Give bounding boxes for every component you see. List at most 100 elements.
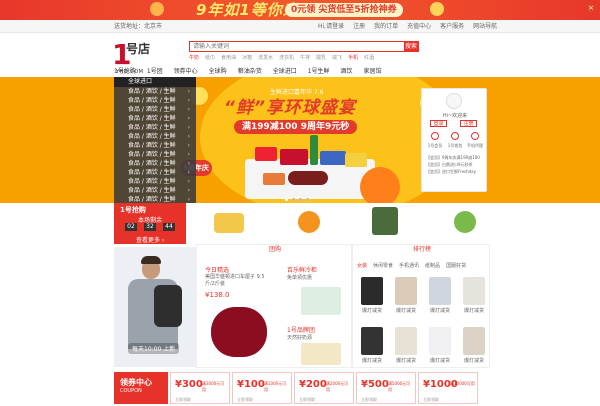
- category-item[interactable]: 食品 / 酒饮 / 生鲜: [114, 168, 196, 177]
- tab-paper[interactable]: 纸制品: [425, 262, 440, 269]
- nav-item[interactable]: 1号团: [147, 66, 163, 77]
- product-orange[interactable]: [292, 207, 326, 237]
- phone-icon[interactable]: [468, 132, 482, 142]
- coupon-card[interactable]: ¥1000 满10000可用 立即领取: [418, 372, 478, 404]
- hot-keyword[interactable]: 红酒: [364, 54, 374, 61]
- category-item[interactable]: 食品 / 酒饮 / 生鲜: [114, 105, 196, 114]
- carousel-dot[interactable]: [306, 198, 309, 201]
- search-button[interactable]: 搜索: [404, 42, 418, 51]
- tab-women[interactable]: 女装: [357, 262, 367, 269]
- tuan-item1-desc: 美国华盛顿进口车厘子 9.5斤/2斤装: [205, 274, 265, 287]
- hero-banner[interactable]: 生鲜进口嘉年华 7.6 9周年庆 “鲜”享环球盛宴 满199减100 9周年9元…: [0, 77, 600, 203]
- login-button[interactable]: 登录: [430, 120, 447, 127]
- hot-keyword[interactable]: 手机: [348, 54, 358, 61]
- location-selector[interactable]: 送货地址：北京市: [114, 20, 162, 33]
- nav-item[interactable]: 全球进口: [273, 66, 297, 77]
- hot-keyword[interactable]: 食用油: [221, 54, 236, 61]
- tuan-item3-desc: 天然好奶源: [287, 335, 313, 341]
- product-corn[interactable]: [212, 207, 246, 237]
- search-input[interactable]: [190, 42, 404, 51]
- hot-keyword[interactable]: 洗发水: [258, 54, 273, 61]
- register-button[interactable]: 注册: [460, 120, 477, 127]
- flash-sale-more[interactable]: 查看更多 ›: [136, 235, 164, 244]
- carousel-dot[interactable]: [292, 198, 295, 201]
- category-item[interactable]: 食品 / 酒饮 / 生鲜: [114, 114, 196, 123]
- category-title[interactable]: 全球进口: [114, 77, 196, 87]
- coupon-card[interactable]: ¥300 满3000元可用 立即领取: [170, 372, 230, 404]
- category-item[interactable]: 食品 / 酒饮 / 生鲜: [114, 141, 196, 150]
- hot-keyword[interactable]: 牛奶: [189, 54, 199, 61]
- close-icon[interactable]: ×: [586, 3, 596, 13]
- coupon-center-en: COUPON: [120, 388, 142, 394]
- promo-pill[interactable]: 0元领 尖货低至5折抢神券: [285, 3, 403, 17]
- rank-item[interactable]: 爆灯减货: [423, 325, 457, 365]
- coupon-card[interactable]: ¥100 满1000元可用 立即领取: [232, 372, 292, 404]
- orders-link[interactable]: 我的订单: [374, 20, 398, 33]
- rank-item[interactable]: 爆灯减货: [355, 325, 389, 365]
- banner-headline: “鲜”享环球盛宴: [224, 98, 356, 118]
- group-buy-title[interactable]: 团购: [197, 245, 353, 255]
- rank-item[interactable]: 爆灯减货: [457, 325, 491, 365]
- category-item[interactable]: 食品 / 酒饮 / 生鲜: [114, 150, 196, 159]
- hot-keyword[interactable]: 威飞: [332, 54, 342, 61]
- recharge-link[interactable]: 充值中心: [407, 20, 431, 33]
- rank-item[interactable]: 爆灯减货: [423, 275, 457, 315]
- coupon-card[interactable]: ¥500 满5000元可用 立即领取: [356, 372, 416, 404]
- rank-item[interactable]: 爆灯减货: [457, 275, 491, 315]
- milk-pack-image[interactable]: [301, 343, 341, 365]
- login-link[interactable]: Hi,请登录: [318, 20, 344, 33]
- product-kiwi[interactable]: [448, 207, 482, 237]
- coupon-card[interactable]: ¥200 满2000元可用 立即领取: [294, 372, 354, 404]
- nav-item[interactable]: 1号抢购: [114, 66, 136, 77]
- nav-item[interactable]: 全球购: [209, 66, 227, 77]
- nav-item[interactable]: 酒饮: [341, 66, 353, 77]
- carousel-dot[interactable]: [299, 198, 302, 201]
- category-item[interactable]: 食品 / 酒饮 / 生鲜: [114, 159, 196, 168]
- category-item[interactable]: 食品 / 酒饮 / 生鲜: [114, 132, 196, 141]
- hot-keyword[interactable]: 冰箱: [242, 54, 252, 61]
- category-item[interactable]: 食品 / 酒饮 / 生鲜: [114, 177, 196, 186]
- member-icon[interactable]: [428, 132, 442, 142]
- category-item[interactable]: 食品 / 酒饮 / 生鲜: [114, 186, 196, 195]
- tab-phones[interactable]: 手机通讯: [399, 262, 419, 269]
- ranking-tabs: 女装 休闲零食 手机通讯 纸制品 国服好货: [357, 262, 466, 269]
- cherry-image: [288, 171, 328, 185]
- nav-item[interactable]: 家居馆: [364, 66, 382, 77]
- agent-label: 手机代理: [467, 143, 483, 148]
- hot-keyword[interactable]: 牛排: [300, 54, 310, 61]
- rank-item[interactable]: 爆灯减货: [389, 325, 423, 365]
- nav-item[interactable]: 粮油杂货: [238, 66, 262, 77]
- greeting: Hi~欢迎来: [442, 113, 468, 119]
- promo-model-image[interactable]: 每天10:00 上新: [114, 247, 196, 367]
- carousel-dot[interactable]: [285, 198, 288, 201]
- cherry-image[interactable]: [211, 307, 267, 357]
- category-item[interactable]: 食品 / 酒饮 / 生鲜: [114, 123, 196, 132]
- product-jerky[interactable]: [368, 207, 402, 237]
- hot-keyword[interactable]: 酸乳: [316, 54, 326, 61]
- rank-item[interactable]: 爆灯减货: [389, 275, 423, 315]
- hot-keyword[interactable]: 纸巾: [205, 54, 215, 61]
- nav-item[interactable]: 1号生鲜: [308, 66, 330, 77]
- category-item[interactable]: 食品 / 酒饮 / 生鲜: [114, 96, 196, 105]
- sitemap-link[interactable]: 网站导航: [473, 20, 497, 33]
- cheese-box-image: [345, 153, 367, 167]
- news-line[interactable]: 【会员】白俄进口9元秒杀: [426, 162, 484, 168]
- banner-offer[interactable]: 满199减100 9周年9元秒: [234, 120, 358, 134]
- news-line[interactable]: 【会员】9周年庆满199减100: [426, 155, 484, 161]
- ranking-title[interactable]: 排行榜: [353, 245, 491, 255]
- news-line[interactable]: 【会员】进口生鲜Freshday: [426, 169, 484, 175]
- nav-item[interactable]: 领券中心: [174, 66, 198, 77]
- promo-banner[interactable]: 9年如1等你来 0元领 尖货低至5折抢神券 ×: [0, 0, 600, 20]
- hot-keyword[interactable]: 洗衣机: [279, 54, 294, 61]
- service-link[interactable]: 客户服务: [440, 20, 464, 33]
- promo-caption: 每天10:00 上新: [128, 343, 180, 354]
- wallet-icon[interactable]: [448, 132, 462, 142]
- tab-snacks[interactable]: 休闲零食: [373, 262, 393, 269]
- register-link[interactable]: 注册: [353, 20, 365, 33]
- category-item[interactable]: 食品 / 酒饮 / 生鲜: [114, 87, 196, 96]
- tab-goods[interactable]: 国服好货: [446, 262, 466, 269]
- milk-box-image[interactable]: [301, 287, 341, 315]
- wallet-label: 1号钱包: [447, 143, 463, 148]
- rank-item[interactable]: 爆灯减货: [355, 275, 389, 315]
- coupon-center[interactable]: 领券中心 COUPON: [114, 372, 168, 404]
